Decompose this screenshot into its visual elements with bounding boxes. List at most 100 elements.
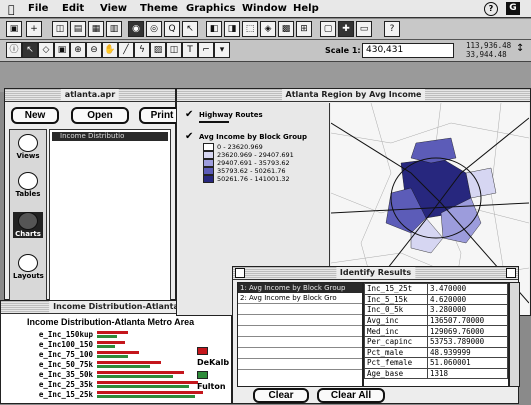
clear-selection-icon[interactable]: ✚ <box>338 21 354 37</box>
menu-theme[interactable]: Theme <box>140 3 178 14</box>
text-tool-icon[interactable]: T <box>182 42 198 58</box>
income-layer-label[interactable]: Avg Income by Block Group <box>199 133 307 141</box>
legend-class-label: 23620.969 - 29407.691 <box>217 151 294 159</box>
bar-dekalb[interactable] <box>97 381 198 384</box>
bar-fulton[interactable] <box>97 375 173 378</box>
help-icon[interactable]: ? <box>384 21 400 37</box>
document-list-item-selected[interactable]: Income Distributio <box>52 132 168 141</box>
layouts-item[interactable]: Layouts <box>13 254 44 280</box>
legend-item-dekalb: DeKalb <box>197 345 231 369</box>
open-button[interactable]: Open <box>71 107 129 124</box>
select-icon[interactable]: ↖ <box>182 21 198 37</box>
identify-window-titlebar[interactable]: Identify Results <box>233 267 518 280</box>
draw-tool-icon[interactable]: ⌐ <box>198 42 214 58</box>
bar-dekalb[interactable] <box>97 391 203 394</box>
chart-icon[interactable]: ▥ <box>106 21 122 37</box>
menu-window[interactable]: Window <box>242 3 287 14</box>
vertex-tool-icon[interactable]: ◇ <box>38 42 54 58</box>
bar-fulton[interactable] <box>97 395 195 398</box>
table-row[interactable]: Pct_female 51.060001 <box>364 357 508 369</box>
identify-tool-icon[interactable]: ⓘ <box>6 42 22 58</box>
table-row[interactable]: Inc_5_15k 4.620000 <box>364 293 508 306</box>
tool-dropdown-icon[interactable]: ▾ <box>214 42 230 58</box>
layout-icon[interactable]: ▭ <box>356 21 372 37</box>
views-label: Views <box>16 152 40 160</box>
legend-class-label: 0 - 23620.969 <box>217 143 263 151</box>
application-icon[interactable]: G <box>506 2 520 15</box>
apple-icon[interactable]:  <box>8 3 15 16</box>
bar-fulton[interactable] <box>97 345 115 348</box>
pointer-tool-icon[interactable]: ↖ <box>22 42 38 58</box>
bar-fulton[interactable] <box>97 365 150 368</box>
area-tool-icon[interactable]: ▨ <box>150 42 166 58</box>
legend-editor-icon[interactable]: ▤ <box>70 21 86 37</box>
table-row[interactable]: Avg_inc 136507.70000 <box>364 314 508 327</box>
help-balloon-icon[interactable]: ? <box>484 2 498 16</box>
theme-properties-icon[interactable]: ◫ <box>52 21 68 37</box>
bar-fulton[interactable] <box>97 385 189 388</box>
tables-item[interactable]: Tables <box>13 172 43 198</box>
views-icon <box>18 134 38 152</box>
bar-dekalb[interactable] <box>97 371 184 374</box>
table-row[interactable]: Inc_15_25t 3.470000 <box>364 283 508 295</box>
identify-scrollbar[interactable] <box>509 282 520 387</box>
clear-button[interactable]: Clear <box>253 388 309 403</box>
bar-fulton[interactable] <box>97 355 128 358</box>
zoom-full-icon[interactable]: ◧ <box>206 21 222 37</box>
project-window-titlebar[interactable]: atlanta.apr <box>5 89 175 102</box>
locate-icon[interactable]: ◎ <box>146 21 162 37</box>
select-features-icon[interactable]: ▢ <box>320 21 336 37</box>
charts-item[interactable]: Charts <box>13 212 43 238</box>
label-tool-icon[interactable]: ◫ <box>166 42 182 58</box>
zoom-out-icon[interactable]: ▩ <box>278 21 294 37</box>
menu-edit[interactable]: Edit <box>62 3 84 14</box>
measure-tool-icon[interactable]: ╱ <box>118 42 134 58</box>
bar-fulton[interactable] <box>97 335 117 338</box>
zoom-active-icon[interactable]: ◨ <box>224 21 240 37</box>
add-theme-icon[interactable]: + <box>26 21 42 37</box>
save-icon[interactable]: ▣ <box>6 21 22 37</box>
identify-list-item-1[interactable]: 1: Avg Income by Block Group <box>238 283 362 293</box>
find-icon[interactable]: ◉ <box>128 21 144 37</box>
table-row[interactable]: Pct_male 48.939999 <box>364 346 508 359</box>
fulton-swatch <box>197 370 208 379</box>
menu-graphics[interactable]: Graphics <box>186 3 235 14</box>
bar-dekalb[interactable] <box>97 331 128 334</box>
select-feature-tool-icon[interactable]: ▣ <box>54 42 70 58</box>
menu-view[interactable]: View <box>100 3 127 14</box>
identify-list-item-2[interactable]: 2: Avg Income by Block Gro <box>238 293 362 304</box>
scale-input[interactable]: 430,431 <box>362 43 454 58</box>
query-icon[interactable]: Q <box>164 21 180 37</box>
close-box-icon[interactable] <box>235 268 245 278</box>
view-window-titlebar[interactable]: Atlanta Region by Avg Income <box>177 89 530 102</box>
bar-dekalb[interactable] <box>97 361 161 364</box>
bar-dekalb[interactable] <box>97 341 125 344</box>
legend-class-2: 23620.969 - 29407.691 <box>203 151 294 159</box>
hotlink-tool-icon[interactable]: ϟ <box>134 42 150 58</box>
highway-layer-label[interactable]: Highway Routes <box>199 111 263 119</box>
menu-help[interactable]: Help <box>293 3 319 14</box>
charts-label: Charts <box>15 230 41 238</box>
zoom-previous-icon[interactable]: ⊞ <box>296 21 312 37</box>
clear-all-button[interactable]: Clear All <box>317 388 385 403</box>
zoom-box-icon[interactable] <box>506 268 516 278</box>
table-row[interactable]: Age_base 1318 <box>364 367 508 380</box>
zoom-out-tool-icon[interactable]: ⊖ <box>86 42 102 58</box>
pan-tool-icon[interactable]: ✋ <box>102 42 118 58</box>
views-item[interactable]: Views <box>13 134 43 160</box>
zoom-selected-icon[interactable]: ⬚ <box>242 21 258 37</box>
zoom-in-icon[interactable]: ◈ <box>260 21 276 37</box>
bar-dekalb[interactable] <box>97 351 139 354</box>
menu-file[interactable]: File <box>28 3 48 14</box>
zoom-in-tool-icon[interactable]: ⊕ <box>70 42 86 58</box>
table-icon[interactable]: ▦ <box>88 21 104 37</box>
table-row[interactable]: Med_inc 129069.76000 <box>364 325 508 337</box>
highway-checkbox-icon[interactable]: ✔ <box>185 109 193 120</box>
table-row[interactable]: Per_capinc 53753.789000 <box>364 335 508 348</box>
legend-item-fulton: Fulton <box>197 369 231 393</box>
new-button[interactable]: New <box>11 107 59 124</box>
income-checkbox-icon[interactable]: ✔ <box>185 131 193 142</box>
legend-dekalb-label: DeKalb <box>197 358 230 367</box>
chart-window-title: Income Distribution-Atlanta <box>49 301 183 313</box>
table-row[interactable]: Inc_0_5k 3.280000 <box>364 304 508 316</box>
